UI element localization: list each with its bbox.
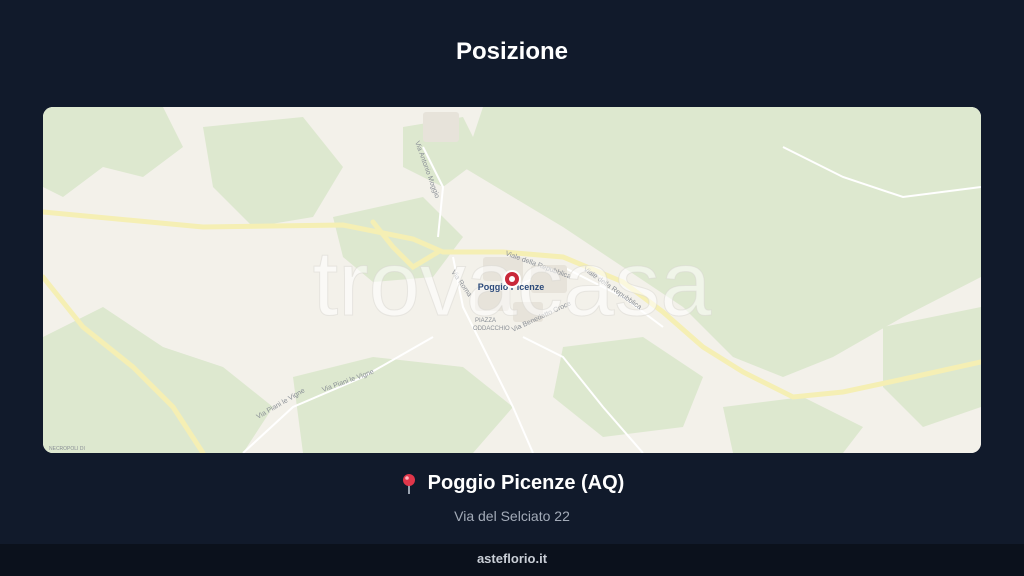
pin-icon <box>400 473 418 495</box>
map[interactable]: Viale della Repubblica Viale della Repub… <box>43 107 981 453</box>
map-canvas[interactable]: Viale della Repubblica Viale della Repub… <box>43 107 981 453</box>
location-address: Via del Selciato 22 <box>454 507 570 524</box>
location-name: Poggio Picenze (AQ) <box>427 472 625 494</box>
location-info: Poggio Picenze (AQ) Via del Selciato 22 <box>0 472 1024 524</box>
poi-label: NECROPOLI DI <box>49 446 85 452</box>
footer-brand[interactable]: asteflorio.it <box>0 544 1024 576</box>
page-title: Posizione <box>455 38 569 65</box>
map-marker-icon[interactable] <box>503 270 521 288</box>
